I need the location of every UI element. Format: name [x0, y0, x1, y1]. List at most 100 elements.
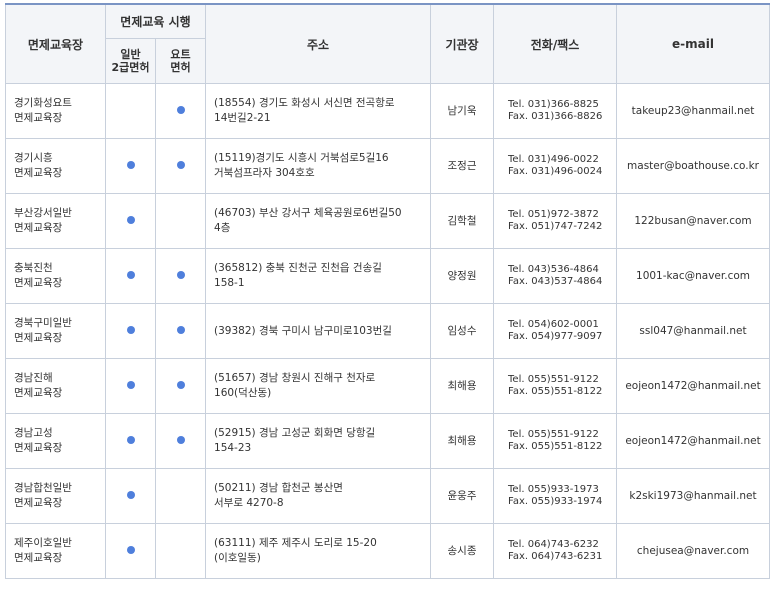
phone-cell: Tel. 055)933-1973 Fax. 055)933-1974	[493, 468, 618, 524]
email-cell[interactable]: eojeon1472@hanmail.net	[616, 413, 771, 469]
address-line2: 4층	[214, 222, 231, 234]
center-name-cell: 경기시흥 면제교육장	[5, 138, 106, 194]
address-cell: (39382) 경북 구미시 남구미로103번길	[205, 303, 432, 359]
address-line1: (18554) 경기도 화성시 서신면 전곡항로	[214, 97, 395, 109]
fax-line: Fax. 031)366-8826	[508, 111, 603, 122]
general-license-cell	[105, 83, 156, 139]
director-cell: 조정근	[430, 138, 495, 194]
phone-cell: Tel. 055)551-9122 Fax. 055)551-8122	[493, 413, 618, 469]
table-row: 경기시흥 면제교육장 (15119)경기도 시흥시 거북섬로5길16 거북섬프라…	[5, 138, 771, 194]
table-row: 경남고성 면제교육장 (52915) 경남 고성군 회화면 당항길 154-23…	[5, 413, 771, 469]
general-license-cell	[105, 413, 156, 469]
table-row: 경남진해 면제교육장 (51657) 경남 창원시 진해구 천자로 160(덕산…	[5, 358, 771, 414]
address-line1: (15119)경기도 시흥시 거북섬로5길16	[214, 152, 389, 164]
check-dot-icon	[176, 435, 185, 444]
center-name-line1: 충북진천	[14, 262, 53, 274]
center-name-line2: 면제교육장	[14, 167, 63, 179]
table-header: 면제교육장 면제교육 시행 주소 기관장 전화/팩스 e-mail 일반 2급면…	[5, 3, 771, 84]
general-license-cell	[105, 193, 156, 249]
address-cell: (15119)경기도 시흥시 거북섬로5길16 거북섬프라자 304호호	[205, 138, 432, 194]
header-email: e-mail	[616, 3, 771, 84]
phone-cell: Tel. 064)743-6232 Fax. 064)743-6231	[493, 523, 618, 579]
fax-line: Fax. 054)977-9097	[508, 331, 603, 342]
yacht-license-cell	[154, 358, 207, 414]
email-cell[interactable]: takeup23@hanmail.net	[616, 83, 771, 139]
center-name-cell: 경기화성요트 면제교육장	[5, 83, 106, 139]
yacht-license-cell	[154, 248, 207, 304]
table-row: 부산강서일반 면제교육장 (46703) 부산 강서구 체육공원로6번길50 4…	[5, 193, 771, 249]
yacht-license-cell	[154, 83, 207, 139]
tel-line: Tel. 055)551-9122	[508, 429, 599, 440]
email-cell[interactable]: chejusea@naver.com	[616, 523, 771, 579]
tel-line: Tel. 055)551-9122	[508, 374, 599, 385]
check-dot-icon	[176, 105, 185, 114]
email-cell[interactable]: eojeon1472@hanmail.net	[616, 358, 771, 414]
email-cell[interactable]: ssl047@hanmail.net	[616, 303, 771, 359]
check-dot-icon	[176, 325, 185, 334]
header-yacht-line1: 요트	[170, 48, 191, 61]
tel-line: Tel. 054)602-0001	[508, 319, 599, 330]
address-line1: (365812) 충북 진천군 진천읍 건송길	[214, 262, 382, 274]
director-cell: 남기욱	[430, 83, 495, 139]
fax-line: Fax. 043)537-4864	[508, 276, 603, 287]
address-line2: 거북섬프라자 304호호	[214, 167, 315, 179]
email-cell[interactable]: k2ski1973@hanmail.net	[616, 468, 771, 524]
address-cell: (18554) 경기도 화성시 서신면 전곡항로 14번길2-21	[205, 83, 432, 139]
address-line1: (46703) 부산 강서구 체육공원로6번길50	[214, 207, 402, 219]
tel-line: Tel. 055)933-1973	[508, 484, 599, 495]
table-row: 경기화성요트 면제교육장 (18554) 경기도 화성시 서신면 전곡항로 14…	[5, 83, 771, 139]
check-dot-icon	[126, 215, 135, 224]
address-line1: (50211) 경남 합천군 봉산면	[214, 482, 343, 494]
yacht-license-cell	[154, 413, 207, 469]
header-address: 주소	[205, 3, 432, 84]
header-exec-group: 면제교육 시행	[104, 3, 207, 39]
center-name-line2: 면제교육장	[14, 442, 63, 454]
header-general: 일반 2급면허	[105, 38, 156, 84]
general-license-cell	[105, 358, 156, 414]
check-dot-icon	[126, 270, 135, 279]
table-row: 경남합천일반 면제교육장 (50211) 경남 합천군 봉산면 서부로 4270…	[5, 468, 771, 524]
email-cell[interactable]: 122busan@naver.com	[616, 193, 771, 249]
general-license-cell	[105, 303, 156, 359]
check-dot-icon	[176, 160, 185, 169]
center-name-cell: 경남합천일반 면제교육장	[5, 468, 106, 524]
director-cell: 김학철	[430, 193, 495, 249]
center-name-line1: 제주이호일반	[14, 537, 72, 549]
training-center-table: 면제교육장 면제교육 시행 주소 기관장 전화/팩스 e-mail 일반 2급면…	[5, 3, 771, 579]
center-name-line2: 면제교육장	[14, 277, 63, 289]
check-dot-icon	[126, 160, 135, 169]
email-cell[interactable]: master@boathouse.co.kr	[616, 138, 771, 194]
address-cell: (63111) 제주 제주시 도리로 15-20 (이호일동)	[205, 523, 432, 579]
center-name-line2: 면제교육장	[14, 552, 63, 564]
fax-line: Fax. 055)933-1974	[508, 496, 603, 507]
yacht-license-cell	[154, 523, 207, 579]
yacht-license-cell	[154, 138, 207, 194]
phone-cell: Tel. 043)536-4864 Fax. 043)537-4864	[493, 248, 618, 304]
center-name-line1: 경남진해	[14, 372, 53, 384]
director-cell: 양정원	[430, 248, 495, 304]
phone-cell: Tel. 051)972-3872 Fax. 051)747-7242	[493, 193, 618, 249]
email-cell[interactable]: 1001-kac@naver.com	[616, 248, 771, 304]
fax-line: Fax. 031)496-0024	[508, 166, 603, 177]
check-dot-icon	[176, 270, 185, 279]
center-name-line1: 경기시흥	[14, 152, 53, 164]
address-cell: (52915) 경남 고성군 회화면 당항길 154-23	[205, 413, 432, 469]
address-line2: 158-1	[214, 277, 245, 289]
address-line1: (52915) 경남 고성군 회화면 당항길	[214, 427, 376, 439]
header-yacht: 요트 면허	[154, 38, 207, 84]
table-body: 경기화성요트 면제교육장 (18554) 경기도 화성시 서신면 전곡항로 14…	[5, 83, 771, 579]
check-dot-icon	[126, 380, 135, 389]
center-name-line1: 경남고성	[14, 427, 53, 439]
check-dot-icon	[126, 545, 135, 554]
header-phone: 전화/팩스	[493, 3, 618, 84]
address-line1: (51657) 경남 창원시 진해구 천자로	[214, 372, 376, 384]
table-row: 충북진천 면제교육장 (365812) 충북 진천군 진천읍 건송길 158-1…	[5, 248, 771, 304]
director-cell: 최해용	[430, 358, 495, 414]
address-cell: (365812) 충북 진천군 진천읍 건송길 158-1	[205, 248, 432, 304]
address-cell: (50211) 경남 합천군 봉산면 서부로 4270-8	[205, 468, 432, 524]
header-yacht-line2: 면허	[170, 61, 191, 74]
director-cell: 최해용	[430, 413, 495, 469]
yacht-license-cell	[154, 193, 207, 249]
page: 면제교육장 면제교육 시행 주소 기관장 전화/팩스 e-mail 일반 2급면…	[0, 0, 773, 616]
center-name-line2: 면제교육장	[14, 387, 63, 399]
